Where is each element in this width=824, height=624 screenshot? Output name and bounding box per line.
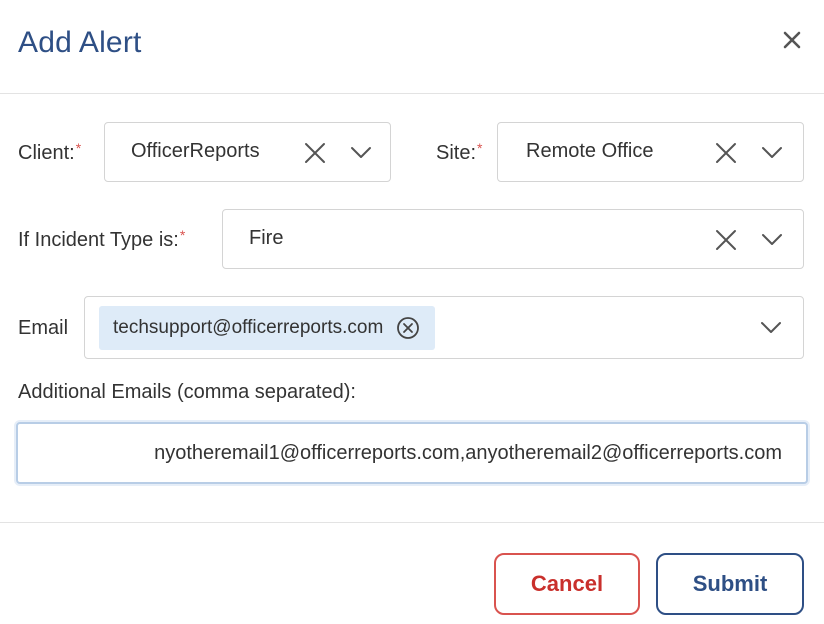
submit-button[interactable]: Submit — [656, 553, 804, 615]
clear-icon — [716, 143, 736, 163]
chevron-down-icon — [761, 322, 781, 333]
email-chip: techsupport@officerreports.com — [99, 306, 436, 350]
dialog-header: Add Alert — [0, 0, 824, 94]
dialog-footer: Cancel Submit — [0, 522, 824, 624]
chevron-down-icon — [762, 147, 782, 158]
circle-close-icon — [397, 317, 420, 339]
required-mark: * — [75, 140, 82, 156]
client-clear-button[interactable] — [301, 139, 329, 167]
additional-emails-input[interactable] — [18, 424, 806, 482]
clear-icon — [716, 230, 736, 250]
client-select[interactable]: OfficerReports — [104, 122, 391, 182]
client-select-value: OfficerReports — [131, 140, 260, 162]
required-mark: * — [179, 227, 186, 243]
incident-type-clear-button[interactable] — [712, 226, 740, 254]
email-dropdown-button[interactable] — [757, 314, 785, 342]
additional-emails-field[interactable] — [16, 422, 808, 484]
required-mark: * — [477, 140, 483, 156]
close-button[interactable] — [776, 24, 808, 56]
clear-icon — [305, 143, 325, 163]
client-label: Client:* — [18, 140, 82, 164]
incident-type-dropdown-button[interactable] — [758, 226, 786, 254]
site-clear-button[interactable] — [712, 139, 740, 167]
site-label: Site:* — [436, 140, 483, 164]
dialog-title: Add Alert — [18, 26, 142, 59]
incident-type-select-value: Fire — [249, 227, 284, 249]
chevron-down-icon — [762, 234, 782, 245]
site-select[interactable]: Remote Office — [497, 122, 804, 182]
incident-type-label: If Incident Type is:* — [18, 227, 186, 251]
email-chip-label: techsupport@officerreports.com — [113, 317, 384, 338]
cancel-button[interactable]: Cancel — [494, 553, 640, 615]
close-icon — [783, 31, 801, 49]
incident-type-select[interactable]: Fire — [222, 209, 804, 269]
email-multiselect[interactable]: techsupport@officerreports.com — [84, 296, 804, 359]
site-dropdown-button[interactable] — [758, 139, 786, 167]
chevron-down-icon — [351, 147, 371, 158]
email-label: Email — [18, 317, 69, 339]
client-dropdown-button[interactable] — [347, 139, 375, 167]
add-alert-dialog: Add Alert Client:* OfficerReports Site:*… — [0, 0, 824, 624]
additional-emails-label: Additional Emails (comma separated): — [18, 381, 356, 403]
site-select-value: Remote Office — [526, 140, 654, 162]
remove-chip-button[interactable] — [395, 315, 421, 341]
